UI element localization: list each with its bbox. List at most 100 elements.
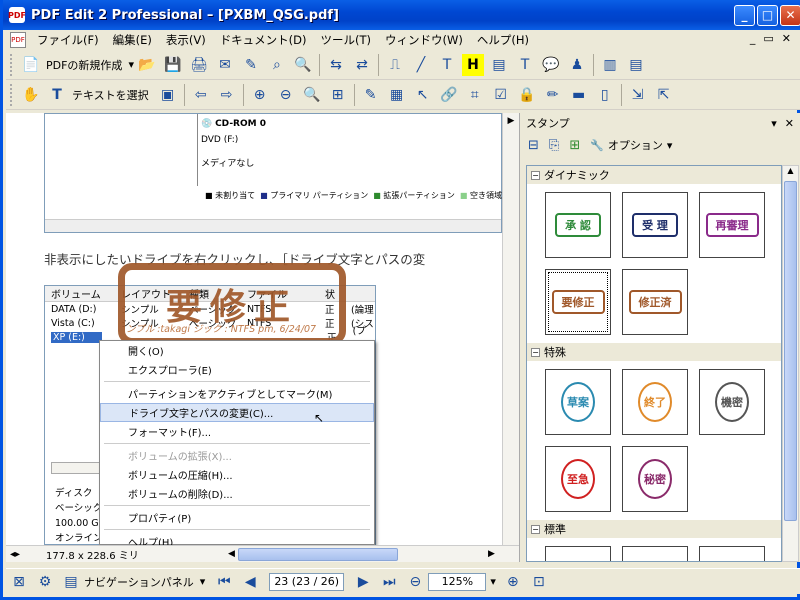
close-document-icon[interactable]: ⊠ [8,571,30,593]
stamp-thumbnail[interactable]: 修正済 [622,269,688,335]
navigation-panel-button[interactable]: ナビゲーションパネル [84,574,194,590]
print-icon[interactable]: 🖨 [188,54,210,76]
new-pdf-icon[interactable]: 📄 [20,54,42,76]
scroll-right-arrow-icon[interactable]: ▶ [488,549,495,559]
header-volume[interactable]: ボリューム [45,286,121,301]
context-menu-item[interactable]: ドライブ文字とパスの変更(C)... [100,403,374,422]
stamp-category[interactable]: − ダイナミック [527,166,781,184]
context-menu-item[interactable]: ボリュームの圧縮(H)... [100,465,374,484]
open-folder-icon[interactable]: 📂 [136,54,158,76]
select-text-button[interactable]: テキストを選択 [72,87,149,103]
add-stamp-icon[interactable]: ⊞ [569,138,580,153]
hand-tool-icon[interactable]: ✋ [20,84,42,106]
stamp-thumbnail[interactable]: 受 理 [622,192,688,258]
mdi-minimize-button[interactable]: _ [750,32,756,45]
document-icon[interactable]: PDF [10,32,26,48]
stamp-thumbnail[interactable]: 終了 [622,369,688,435]
first-page-icon[interactable]: ⏮ [213,571,235,593]
security-icon[interactable]: 🔒 [516,84,538,106]
context-menu-item[interactable]: プロパティ(P) [100,508,374,527]
measure-icon[interactable]: ▬ [568,84,590,106]
stamp-thumbnail[interactable]: 機密 [699,369,765,435]
disk-window-scrollbar[interactable] [45,219,501,232]
scroll-left-arrow-icon[interactable]: ◀ [228,549,235,559]
minimize-button[interactable]: _ [734,4,755,26]
edit-text-icon[interactable]: ✎ [360,84,382,106]
context-menu-item[interactable]: ヘルプ(H) [100,532,374,545]
undo-icon[interactable]: ⇆ [325,54,347,76]
mdi-restore-button[interactable]: ▭ [763,32,773,45]
zoom-dropdown-icon[interactable]: ▾ [490,575,496,588]
back-icon[interactable]: ⇦ [190,84,212,106]
menu-document[interactable]: ドキュメント(D) [213,32,314,48]
new-pdf-dropdown-icon[interactable]: ▾ [128,58,134,71]
document-horizontal-scrollbar[interactable]: ◂▸ 177.8 x 228.6 ミリ ◀ ▶ [6,545,519,562]
collapse-icon[interactable]: ⊟ [528,138,539,153]
zoom-icon[interactable]: 🔍 [301,84,323,106]
maximize-button[interactable]: □ [757,4,778,26]
panel-menu-icon[interactable]: ▾ [771,117,777,130]
zoom-in-icon[interactable]: ⊕ [502,571,524,593]
stamp-thumbnail[interactable]: 秘密 [622,446,688,512]
new-pdf-button[interactable]: PDFの新規作成 [46,57,122,73]
line-tool-icon[interactable]: ╱ [410,54,432,76]
title-bar[interactable]: PDF PDF Edit 2 Professional – [PXBM_QSG.… [3,0,800,30]
stamp-thumbnail[interactable]: 再審理 [699,192,765,258]
properties-icon[interactable]: ⚙ [34,571,56,593]
typewriter-icon[interactable]: T [436,54,458,76]
context-menu-item[interactable]: ボリュームの削除(D)... [100,484,374,503]
textbox-icon[interactable]: T [514,54,536,76]
options-icon[interactable]: 🔧 [590,139,604,152]
options-button[interactable]: オプション [608,137,663,153]
sign-icon[interactable]: ✎ [240,54,262,76]
email-icon[interactable]: ✉ [214,54,236,76]
menu-file[interactable]: ファイル(F) [30,32,106,48]
context-menu-item[interactable]: 開く(O) [100,341,374,360]
search-document-icon[interactable]: 🔍 [292,54,314,76]
highlight-icon[interactable]: H [461,53,484,76]
nav-panel-dropdown-icon[interactable]: ▾ [200,575,206,588]
stamp-thumbnail[interactable]: 要修正 [545,269,611,335]
collapse-category-icon[interactable]: − [531,347,540,357]
attachment-icon[interactable]: ▯ [594,84,616,106]
stamp-category[interactable]: − 特殊 [527,343,781,361]
zoom-level-field[interactable]: 125% [428,572,487,591]
export-icon[interactable]: ⇲ [627,84,649,106]
note-icon[interactable]: ▤ [488,54,510,76]
context-menu-item[interactable]: フォーマット(F)... [100,422,374,441]
menu-window[interactable]: ウィンドウ(W) [378,32,470,48]
mdi-close-button[interactable]: ✕ [782,32,791,45]
close-button[interactable]: ✕ [780,4,800,26]
select-text-icon[interactable]: T [46,84,68,106]
stamp-thumbnail[interactable]: 満 期 [622,546,688,561]
toolbar-grip[interactable] [10,83,14,106]
form-icon[interactable]: ☑ [490,84,512,106]
stamp-list-scrollbar[interactable]: ▲ [782,165,799,562]
fit-page-icon[interactable]: ⊡ [528,571,550,593]
stamp-icon[interactable]: ♟ [566,54,588,76]
panel-close-icon[interactable]: ✕ [785,117,794,130]
pan-icon[interactable]: ◂▸ [10,549,20,560]
last-page-icon[interactable]: ⏭ [378,571,400,593]
stamp-browse-icon[interactable]: ⎘ [549,138,559,153]
stamp-category[interactable]: − 標準 [527,520,781,538]
fit-page-icon[interactable]: ⊞ [327,84,349,106]
forward-icon[interactable]: ⇨ [216,84,238,106]
pencil-icon[interactable]: ✏ [542,84,564,106]
zoom-out-icon[interactable]: ⊖ [275,84,297,106]
crop-icon[interactable]: ⌗ [464,84,486,106]
next-page-icon[interactable]: ▶ [352,571,374,593]
stamp-thumbnail[interactable] [545,546,611,561]
scroll-right-arrow-icon[interactable]: ▶ [503,113,519,129]
stamp-tool-icon[interactable]: ⎍ [384,54,406,76]
menu-tools[interactable]: ツール(T) [314,32,379,48]
menu-view[interactable]: 表示(V) [159,32,213,48]
page-number-input[interactable]: 23 (23 / 26) [269,572,345,591]
snapshot-icon[interactable]: ▣ [157,84,179,106]
document-vertical-scrollbar[interactable]: ▶ [502,113,519,545]
collapse-category-icon[interactable]: − [531,524,540,534]
save-icon[interactable]: 💾 [162,54,184,76]
redo-icon[interactable]: ⇄ [351,54,373,76]
toolbar-grip[interactable] [10,53,14,76]
stamp-thumbnail[interactable]: 草案 [545,369,611,435]
